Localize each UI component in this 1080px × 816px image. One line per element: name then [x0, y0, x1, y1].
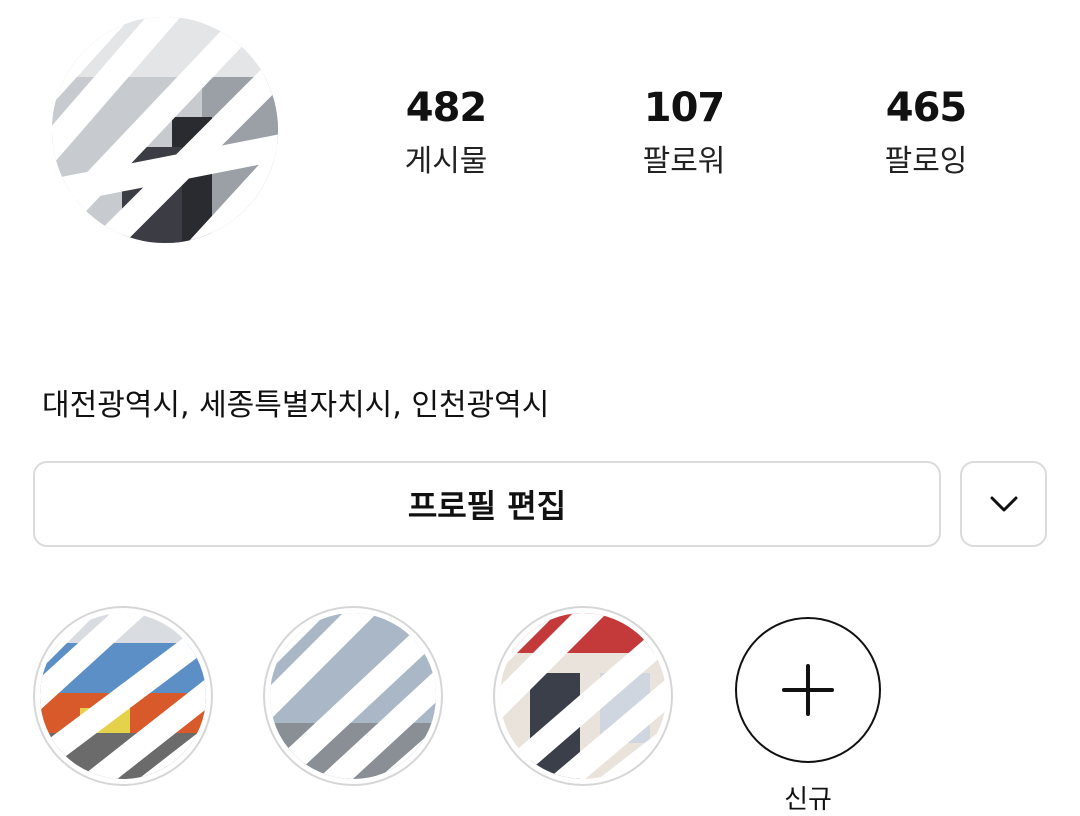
stat-following-count: 465 — [885, 85, 968, 131]
edit-profile-button[interactable]: 프로필 편집 — [33, 461, 941, 547]
highlight-photo-1-icon — [40, 613, 206, 779]
highlight-item-1[interactable] — [33, 606, 213, 786]
stat-posts-count: 482 — [405, 85, 488, 131]
stat-followers-count: 107 — [643, 85, 726, 131]
stat-posts[interactable]: 482 게시물 — [366, 80, 526, 182]
edit-profile-label: 프로필 편집 — [407, 487, 567, 525]
profile-avatar[interactable] — [52, 17, 278, 243]
stat-followers-label: 팔로워 — [642, 144, 726, 179]
chevron-down-icon — [990, 496, 1017, 512]
stat-following-label: 팔로잉 — [884, 144, 968, 179]
new-highlight-label: 신규 — [784, 785, 832, 815]
stat-posts-label: 게시물 — [404, 144, 488, 179]
profile-photo-icon — [52, 17, 278, 243]
new-highlight-button[interactable] — [735, 617, 881, 763]
highlight-photo-2-icon — [270, 613, 436, 779]
highlight-item-2[interactable] — [263, 606, 443, 786]
stat-followers[interactable]: 107 팔로워 — [604, 80, 764, 182]
highlight-item-3[interactable] — [493, 606, 673, 786]
profile-bio: 대전광역시, 세종특별자치시, 인천광역시 — [42, 388, 550, 423]
stat-following[interactable]: 465 팔로잉 — [846, 80, 1006, 182]
highlight-photo-3-icon — [500, 613, 666, 779]
plus-icon — [782, 664, 834, 716]
suggestions-toggle-button[interactable] — [960, 461, 1047, 547]
